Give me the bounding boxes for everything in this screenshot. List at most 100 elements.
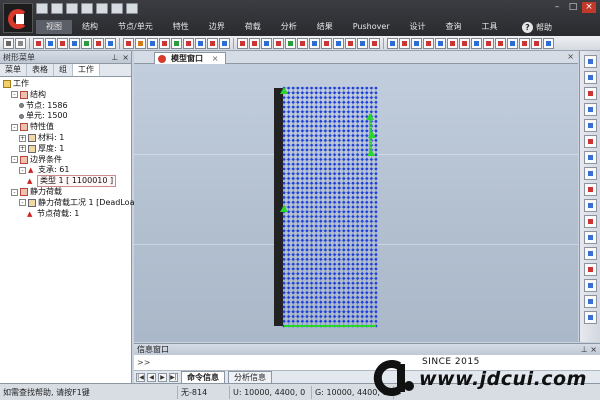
toolbar-tool-icon[interactable] (357, 37, 368, 49)
view-tool-icon[interactable] (583, 87, 597, 100)
prev-icon[interactable]: ◀ (147, 372, 156, 382)
shear-wall-mesh[interactable] (272, 86, 378, 328)
toolbar-tool-icon[interactable] (435, 37, 446, 49)
first-icon[interactable]: |◀ (136, 372, 145, 382)
toolbar-tool-icon[interactable] (147, 37, 158, 49)
toolbar-tool-icon[interactable] (543, 37, 554, 49)
tree-item[interactable]: - 结构 (11, 90, 46, 100)
toolbar-tool-icon[interactable] (33, 37, 44, 49)
tab-tree[interactable]: 组 (54, 64, 73, 76)
expand-icon[interactable]: + (19, 145, 26, 153)
tab-close-icon[interactable]: × (212, 54, 219, 63)
tree-item[interactable]: - 边界条件 (11, 155, 62, 165)
toolbar-tool-icon[interactable] (69, 37, 80, 49)
view-tool-icon[interactable] (583, 167, 597, 180)
toolbar-tool-icon[interactable] (531, 37, 542, 49)
tab-message[interactable]: 分析信息 (228, 371, 272, 383)
toolbar-tool-icon[interactable] (123, 37, 134, 49)
menu-item[interactable]: 荷载 (235, 20, 271, 34)
toolbar-tool-icon[interactable] (297, 37, 308, 49)
status-selection[interactable]: 无-814 (178, 386, 230, 399)
menu-item[interactable]: 结果 (307, 20, 343, 34)
msg-pin-icon[interactable]: ⊥ (581, 345, 588, 354)
toolbar-tool-icon[interactable] (81, 37, 92, 49)
menu-item[interactable]: 边界 (199, 20, 235, 34)
toolbar-tool-icon[interactable] (387, 37, 398, 49)
tree-item[interactable]: - ▲ 支承: 61 (19, 165, 69, 175)
open-file-icon[interactable] (51, 3, 63, 14)
view-tool-icon[interactable] (583, 279, 597, 292)
last-icon[interactable]: ▶| (169, 372, 178, 382)
help-icon[interactable]: ? (522, 21, 533, 33)
collapse-icon[interactable]: - (19, 166, 26, 174)
toolbar-tool-icon[interactable] (369, 37, 380, 49)
undo-icon[interactable] (111, 3, 123, 14)
menu-item[interactable]: 结构 (72, 20, 108, 34)
toolbar-tool-icon[interactable] (171, 37, 182, 49)
tab-tree[interactable]: 表格 (27, 64, 54, 76)
menu-item[interactable]: Pushover (343, 20, 400, 34)
toolbar-tool-icon[interactable] (57, 37, 68, 49)
toolbar-tool-icon[interactable] (309, 37, 320, 49)
toolbar-tool-icon[interactable] (159, 37, 170, 49)
view-tool-icon[interactable] (583, 135, 597, 148)
toolbar-tool-icon[interactable] (411, 37, 422, 49)
new-file-icon[interactable] (36, 3, 48, 14)
tree-item[interactable]: 节点: 1586 (19, 101, 68, 111)
toolbar-tool-icon[interactable] (45, 37, 56, 49)
toolbar-tool-icon[interactable] (333, 37, 344, 49)
close-icon[interactable]: × (582, 2, 596, 13)
minimize-icon[interactable]: – (550, 2, 564, 13)
menu-item[interactable]: 设计 (400, 20, 436, 34)
toolbar-tool-icon[interactable] (105, 37, 116, 49)
menu-item[interactable]: 工具 (472, 20, 508, 34)
save-icon[interactable] (66, 3, 78, 14)
view-tool-icon[interactable] (583, 295, 597, 308)
toolbar-tool-icon[interactable] (207, 37, 218, 49)
collapse-icon[interactable]: - (11, 188, 18, 196)
tab-tree[interactable]: 工作 (73, 64, 100, 76)
tabbar-close-icon[interactable]: × (567, 52, 574, 61)
help-menu[interactable]: ? 帮助 (522, 20, 552, 34)
toolbar-tool-icon[interactable] (219, 37, 230, 49)
model-viewport[interactable] (134, 64, 578, 342)
view-tool-icon[interactable] (583, 71, 597, 84)
tab-tree[interactable]: 菜单 (0, 64, 27, 76)
panel-close-icon[interactable]: × (122, 51, 129, 64)
menu-item[interactable]: 视图 (36, 20, 72, 34)
collapse-icon[interactable]: - (19, 199, 26, 207)
pin-icon[interactable]: ⊥ (111, 51, 118, 64)
toolbar-tool-icon[interactable] (423, 37, 434, 49)
view-tool-icon[interactable] (583, 311, 597, 324)
menu-item[interactable]: 查询 (436, 20, 472, 34)
view-tool-icon[interactable] (583, 263, 597, 276)
tree-item[interactable]: + 材料: 1 (19, 133, 64, 143)
tree-item[interactable]: 工作 (3, 79, 29, 89)
view-tool-icon[interactable] (583, 151, 597, 164)
toolbar-tool-icon[interactable] (3, 37, 14, 49)
menu-item[interactable]: 分析 (271, 20, 307, 34)
toolbar-tool-icon[interactable] (183, 37, 194, 49)
tree-item[interactable]: - 静力荷载 (11, 187, 62, 197)
toolbar-tool-icon[interactable] (507, 37, 518, 49)
tab-message[interactable]: 命令信息 (181, 371, 225, 383)
tree-item[interactable]: - 静力荷载工况 1 [DeadLoad] (19, 198, 143, 208)
toolbar-tool-icon[interactable] (273, 37, 284, 49)
tree-item[interactable]: 单元: 1500 (19, 111, 68, 121)
menu-item[interactable]: 特性 (163, 20, 199, 34)
help-label[interactable]: 帮助 (536, 22, 552, 33)
toolbar-tool-icon[interactable] (249, 37, 260, 49)
toolbar-tool-icon[interactable] (237, 37, 248, 49)
toolbar-tool-icon[interactable] (483, 37, 494, 49)
toolbar-tool-icon[interactable] (495, 37, 506, 49)
view-tool-icon[interactable] (583, 183, 597, 196)
tree-item[interactable]: ▲ 类型 1 [ 1100010 ] (27, 175, 117, 188)
tree-item[interactable]: ▲ 节点荷载: 1 (27, 209, 79, 219)
toolbar-tool-icon[interactable] (447, 37, 458, 49)
expand-icon[interactable]: + (19, 134, 26, 142)
toolbar-tool-icon[interactable] (135, 37, 146, 49)
tab-model-window[interactable]: 模型窗口 × (154, 52, 226, 64)
app-logo[interactable] (3, 3, 33, 33)
print-icon[interactable] (96, 3, 108, 14)
toolbar-tool-icon[interactable] (399, 37, 410, 49)
